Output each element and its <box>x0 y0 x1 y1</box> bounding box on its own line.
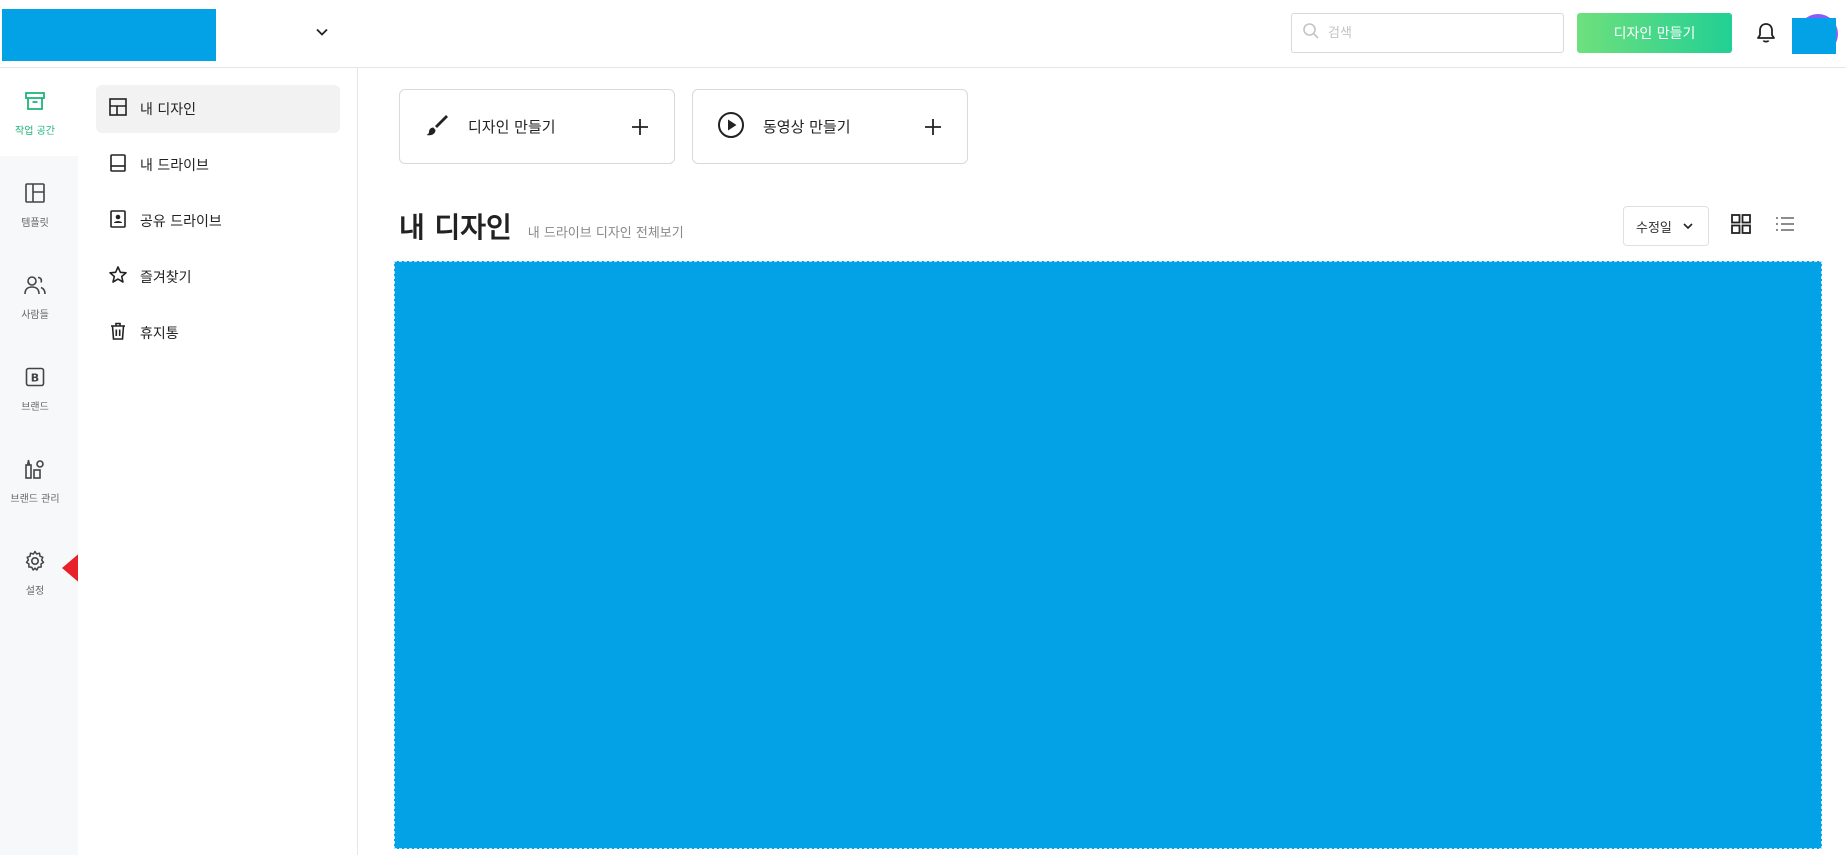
svg-text:B: B <box>31 372 39 385</box>
top-header: 디자인 만들기 <box>0 0 1846 68</box>
star-icon <box>108 265 128 289</box>
secondary-nav: 내 디자인 내 드라이브 공유 드라이브 즐겨찾기 휴지통 <box>78 68 358 855</box>
layout-template-icon <box>23 181 47 209</box>
drive-icon <box>108 153 128 177</box>
grid-view-icon <box>1730 213 1752 239</box>
plus-icon <box>921 115 945 139</box>
main-content: 디자인 만들기 동영상 만들기 내 디자인 내 드라이브 디자인 전체보기 수정… <box>359 68 1846 855</box>
rail-item-label: 브랜드 관리 <box>10 494 60 505</box>
grid-layout-icon <box>108 97 128 121</box>
nav-item-favorites[interactable]: 즐겨찾기 <box>96 253 340 301</box>
create-design-button[interactable]: 디자인 만들기 <box>1577 13 1732 53</box>
list-view-icon <box>1774 213 1796 239</box>
brush-icon <box>424 112 450 142</box>
avatar[interactable] <box>1792 14 1838 54</box>
workspace-logo[interactable] <box>2 9 216 61</box>
create-design-label: 디자인 만들기 <box>468 118 556 136</box>
nav-item-my-designs[interactable]: 내 디자인 <box>96 85 340 133</box>
nav-item-label: 공유 드라이브 <box>140 214 222 230</box>
rail-item-label: 템플릿 <box>21 218 49 229</box>
gear-icon <box>23 549 47 577</box>
shared-drive-icon <box>108 209 128 233</box>
plus-icon <box>628 115 652 139</box>
nav-item-label: 휴지통 <box>140 326 179 342</box>
sort-select-value: 수정일 <box>1636 220 1672 236</box>
brand-manage-icon <box>23 457 47 485</box>
app-window: 디자인 만들기 작업 공간 템플릿 사람들 <box>0 0 1846 855</box>
rail-item-label: 사람들 <box>21 310 49 321</box>
chevron-down-icon[interactable] <box>312 22 332 42</box>
create-design-card[interactable]: 디자인 만들기 <box>399 89 675 164</box>
search-box[interactable] <box>1291 13 1564 53</box>
create-video-label: 동영상 만들기 <box>763 118 851 136</box>
view-all-drive-designs-link[interactable]: 내 드라이브 디자인 전체보기 <box>528 222 684 241</box>
rail-item-label: 브랜드 <box>21 402 49 413</box>
rail-item-people[interactable]: 사람들 <box>0 262 70 332</box>
brand-b-icon: B <box>23 365 47 393</box>
rail-item-brand-manage[interactable]: 브랜드 관리 <box>0 446 70 516</box>
people-icon <box>23 273 47 301</box>
nav-item-label: 내 드라이브 <box>140 158 209 174</box>
chevron-down-icon <box>1672 217 1694 236</box>
designs-grid-redacted <box>394 261 1822 849</box>
play-circle-icon <box>717 111 745 143</box>
rail-item-label: 작업 공간 <box>15 126 55 137</box>
create-video-card[interactable]: 동영상 만들기 <box>692 89 968 164</box>
page-title: 내 디자인 <box>399 211 512 244</box>
bell-icon[interactable] <box>1754 20 1778 46</box>
nav-item-my-drive[interactable]: 내 드라이브 <box>96 141 340 189</box>
title-row: 내 디자인 내 드라이브 디자인 전체보기 <box>399 206 684 246</box>
search-input[interactable] <box>1328 25 1548 41</box>
nav-item-trash[interactable]: 휴지통 <box>96 309 340 357</box>
trash-icon <box>108 321 128 345</box>
rail-item-brand[interactable]: B 브랜드 <box>0 354 70 424</box>
grid-view-button[interactable] <box>1728 213 1754 239</box>
nav-item-shared-drive[interactable]: 공유 드라이브 <box>96 197 340 245</box>
search-icon <box>1302 22 1320 44</box>
list-view-button[interactable] <box>1772 213 1798 239</box>
nav-item-label: 즐겨찾기 <box>140 270 192 286</box>
rail-item-workspace[interactable]: 작업 공간 <box>0 78 70 148</box>
rail-item-label: 설정 <box>25 586 45 597</box>
rail-item-templates[interactable]: 템플릿 <box>0 170 70 240</box>
sort-select[interactable]: 수정일 <box>1623 206 1709 246</box>
left-rail: 작업 공간 템플릿 사람들 B 브랜드 브랜드 관리 설정 <box>0 68 78 855</box>
archive-box-icon <box>23 89 47 117</box>
nav-item-label: 내 디자인 <box>140 102 196 118</box>
